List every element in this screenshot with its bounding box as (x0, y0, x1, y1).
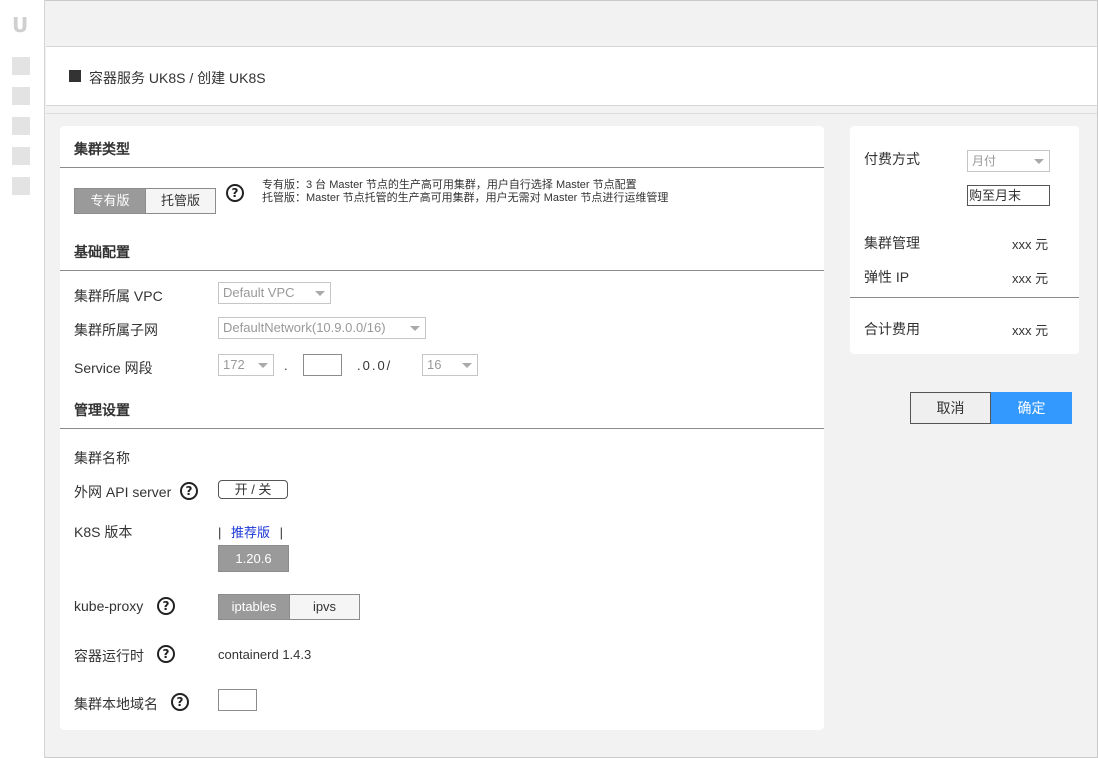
caret-down-icon (1034, 159, 1044, 164)
caret-down-icon (410, 326, 420, 331)
eip-fee-value: xxx 元 (1012, 271, 1049, 286)
service-mask-value: 16 (427, 357, 442, 372)
question-circle-icon[interactable]: ? (157, 645, 175, 663)
question-circle-icon[interactable]: ? (157, 597, 175, 615)
kube-proxy-ipvs-button[interactable]: ipvs (289, 594, 360, 620)
pay-duration-input[interactable]: 购至月末 (967, 185, 1050, 206)
billing-card: 付费方式 月付 购至月末 集群管理 xxx 元 弹性 IP xxx 元 合计费用… (850, 126, 1079, 354)
service-cidr-second-octet-input[interactable] (303, 354, 342, 376)
square-marker-icon (69, 70, 81, 82)
service-cidr-mask-select[interactable]: 16 (422, 354, 478, 376)
service-cidr-first-octet-select[interactable]: 172 (218, 354, 274, 376)
section-title-manage-settings: 管理设置 (74, 402, 130, 418)
rail-nav-item-5[interactable] (12, 177, 30, 195)
vpc-select-value: Default VPC (223, 285, 295, 300)
subnet-label: 集群所属子网 (74, 322, 158, 338)
question-circle-icon[interactable]: ? (180, 482, 198, 500)
cluster-type-description: 专有版：3 台 Master 节点的生产高可用集群，用户自行选择 Master … (262, 179, 668, 205)
caret-down-icon (462, 363, 472, 368)
cluster-name-label: 集群名称 (74, 450, 130, 466)
container-runtime-label: 容器运行时 (74, 648, 144, 664)
k8s-version-label: K8S 版本 (74, 524, 133, 540)
eip-fee-label: 弹性 IP (864, 269, 910, 285)
rail-nav-item-1[interactable] (12, 57, 30, 75)
cluster-mgmt-fee-value: xxx 元 (1012, 237, 1049, 252)
service-cidr-dot: . (284, 358, 288, 373)
cancel-button[interactable]: 取消 (910, 392, 991, 424)
total-fee-label: 合计费用 (864, 321, 920, 337)
separator: | (218, 525, 222, 540)
vpc-label: 集群所属 VPC (74, 288, 163, 304)
service-first-octet-value: 172 (223, 357, 245, 372)
rail-nav-item-3[interactable] (12, 117, 30, 135)
cluster-type-managed-button[interactable]: 托管版 (145, 188, 216, 214)
divider (46, 113, 1097, 114)
breadcrumb-bar: 容器服务 UK8S / 创建 UK8S (46, 46, 1097, 106)
subnet-select[interactable]: DefaultNetwork(10.9.0.0/16) (218, 317, 426, 339)
left-rail: U (0, 0, 45, 758)
top-bar (46, 1, 1097, 46)
question-circle-icon[interactable]: ? (226, 184, 244, 202)
caret-down-icon (315, 291, 325, 296)
pay-method-select[interactable]: 月付 (967, 150, 1050, 172)
billing-divider (850, 297, 1079, 298)
container-runtime-value: containerd 1.4.3 (218, 647, 312, 662)
rail-nav-item-4[interactable] (12, 147, 30, 165)
logo: U (12, 13, 29, 37)
k8s-version-option[interactable]: 1.20.6 (218, 545, 289, 572)
api-server-label: 外网 API server (74, 484, 172, 500)
question-circle-icon[interactable]: ? (171, 693, 189, 711)
service-cidr-label: Service 网段 (74, 360, 153, 376)
cluster-type-desc-managed: 托管版：Master 节点托管的生产高可用集群，用户无需对 Master 节点进… (262, 192, 669, 204)
breadcrumb: 容器服务 UK8S / 创建 UK8S (89, 70, 266, 86)
k8s-version-tabs: | 推荐版 | (218, 522, 283, 541)
pay-method-value: 月付 (972, 154, 997, 168)
api-server-toggle[interactable]: 开 / 关 (218, 480, 288, 499)
kube-proxy-iptables-button[interactable]: iptables (218, 594, 290, 620)
separator: | (279, 525, 284, 540)
k8s-recommended-link[interactable]: 推荐版 (231, 525, 270, 540)
kube-proxy-label: kube-proxy (74, 598, 144, 614)
section-divider (60, 270, 824, 271)
cluster-domain-label: 集群本地域名 (74, 696, 158, 712)
confirm-button[interactable]: 确定 (991, 392, 1072, 424)
vpc-select[interactable]: Default VPC (218, 282, 331, 304)
caret-down-icon (258, 363, 268, 368)
cluster-domain-input[interactable] (218, 689, 257, 711)
subnet-select-value: DefaultNetwork(10.9.0.0/16) (223, 320, 386, 335)
cluster-type-desc-dedicated: 专有版：3 台 Master 节点的生产高可用集群，用户自行选择 Master … (262, 179, 637, 191)
service-cidr-suffix: .0.0/ (357, 358, 393, 373)
section-title-cluster-type: 集群类型 (74, 141, 130, 157)
rail-nav-item-2[interactable] (12, 87, 30, 105)
section-title-basic-config: 基础配置 (74, 244, 130, 260)
cluster-type-dedicated-button[interactable]: 专有版 (74, 188, 146, 214)
total-fee-value: xxx 元 (1012, 323, 1049, 338)
section-divider (60, 167, 824, 168)
form-panel: 集群类型 专有版 托管版 ? 专有版：3 台 Master 节点的生产高可用集群… (60, 126, 824, 730)
cluster-mgmt-fee-label: 集群管理 (864, 235, 920, 251)
section-divider (60, 428, 824, 429)
pay-method-label: 付费方式 (864, 151, 920, 167)
